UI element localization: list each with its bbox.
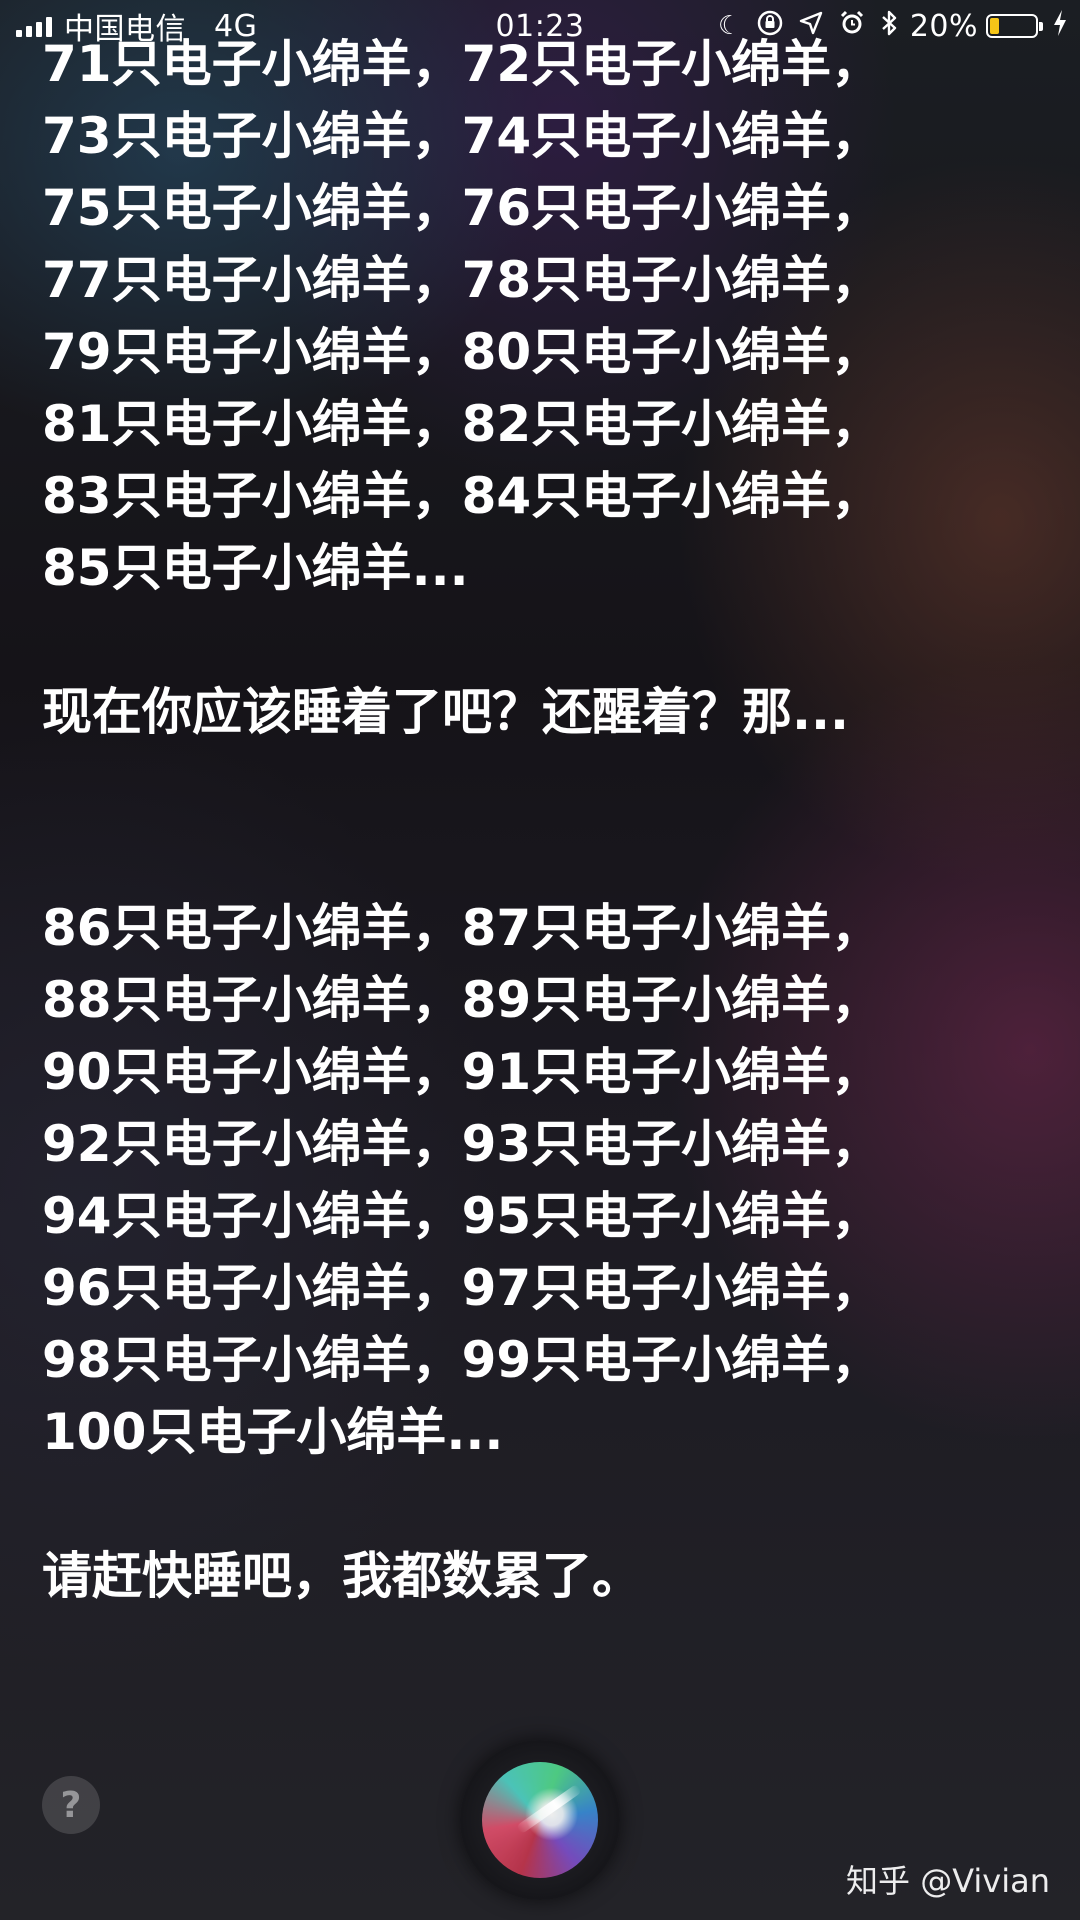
count-line: 79只电子小绵羊，80只电子小绵羊， bbox=[42, 323, 882, 381]
charging-icon bbox=[1052, 9, 1068, 44]
watermark: 知乎 @Vivian bbox=[846, 1862, 1050, 1900]
siri-closing-message: 请赶快睡吧，我都数累了。 bbox=[42, 1547, 642, 1605]
help-button[interactable]: ? bbox=[42, 1776, 100, 1834]
count-line: 90只电子小绵羊，91只电子小绵羊， bbox=[42, 1043, 882, 1101]
count-line: 92只电子小绵羊，93只电子小绵羊， bbox=[42, 1115, 882, 1173]
count-line: 86只电子小绵羊，87只电子小绵羊， bbox=[42, 899, 882, 957]
siri-button[interactable] bbox=[460, 1740, 620, 1900]
count-list-top: 71只电子小绵羊，72只电子小绵羊， 73只电子小绵羊，74只电子小绵羊， 75… bbox=[42, 28, 1052, 604]
count-line: 77只电子小绵羊，78只电子小绵羊， bbox=[42, 251, 882, 309]
count-line: 73只电子小绵羊，74只电子小绵羊， bbox=[42, 107, 882, 165]
siri-question: 现在你应该睡着了吧？还醒着？那... bbox=[42, 683, 849, 741]
count-line: 75只电子小绵羊，76只电子小绵羊， bbox=[42, 179, 882, 237]
count-line: 81只电子小绵羊，82只电子小绵羊， bbox=[42, 395, 882, 453]
siri-response: 71只电子小绵羊，72只电子小绵羊， 73只电子小绵羊，74只电子小绵羊， 75… bbox=[42, 28, 1052, 1612]
count-line: 83只电子小绵羊，84只电子小绵羊， bbox=[42, 467, 882, 525]
count-line: 98只电子小绵羊，99只电子小绵羊， bbox=[42, 1331, 882, 1389]
count-line: 85只电子小绵羊... bbox=[42, 539, 469, 597]
count-line: 94只电子小绵羊，95只电子小绵羊， bbox=[42, 1187, 882, 1245]
count-line: 71只电子小绵羊，72只电子小绵羊， bbox=[42, 35, 882, 93]
count-line: 96只电子小绵羊，97只电子小绵羊， bbox=[42, 1259, 882, 1317]
count-line: 100只电子小绵羊... bbox=[42, 1403, 504, 1461]
count-line: 88只电子小绵羊，89只电子小绵羊， bbox=[42, 971, 882, 1029]
count-list-bottom: 86只电子小绵羊，87只电子小绵羊， 88只电子小绵羊，89只电子小绵羊， 90… bbox=[42, 892, 1052, 1468]
